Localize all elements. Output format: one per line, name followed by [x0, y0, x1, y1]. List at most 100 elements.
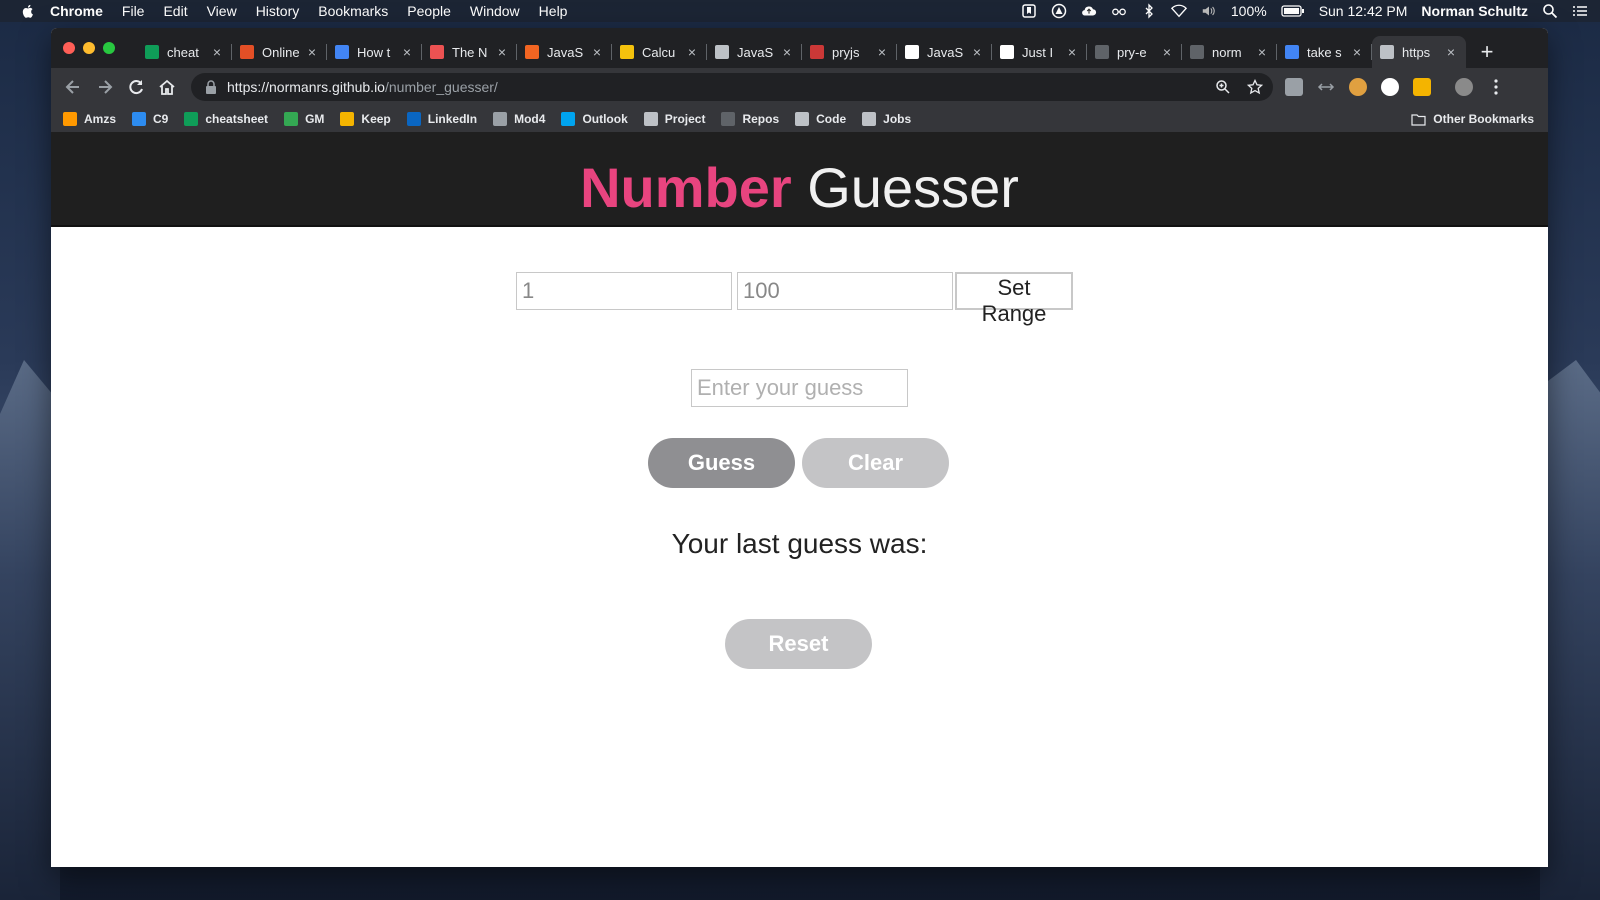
bookmark-item[interactable]: Repos — [721, 112, 779, 126]
tab-close-icon[interactable]: × — [1160, 44, 1174, 60]
menu-people[interactable]: People — [407, 3, 451, 19]
menu-help[interactable]: Help — [539, 3, 568, 19]
desktop-mountain-right — [1540, 360, 1600, 900]
clear-button[interactable]: Clear — [802, 438, 949, 488]
cloud-upload-icon[interactable] — [1081, 3, 1097, 19]
browser-tab[interactable]: JavaS × — [707, 36, 802, 68]
tab-close-icon[interactable]: × — [1065, 44, 1079, 60]
browser-tab[interactable]: How t × — [327, 36, 422, 68]
turing-icon — [493, 112, 508, 126]
browser-tab[interactable]: pryjs × — [802, 36, 897, 68]
bookmark-label: cheatsheet — [205, 112, 269, 126]
bookmark-item[interactable]: GM — [284, 112, 324, 126]
tab-close-icon[interactable]: × — [210, 44, 224, 60]
github-icon — [1190, 45, 1204, 59]
bookmark-item[interactable]: Code — [795, 112, 846, 126]
browser-tab[interactable]: pry-e × — [1087, 36, 1182, 68]
bluetooth-icon[interactable] — [1141, 3, 1157, 19]
menu-kebab-icon[interactable] — [1487, 78, 1505, 96]
bookmark-item[interactable]: LinkedIn — [406, 112, 477, 126]
volume-icon[interactable] — [1201, 3, 1217, 19]
reset-button[interactable]: Reset — [725, 619, 872, 669]
browser-tab[interactable]: The N × — [422, 36, 517, 68]
minimize-window-icon[interactable] — [83, 42, 95, 54]
tab-close-icon[interactable]: × — [780, 44, 794, 60]
extension-circle-icon[interactable] — [1381, 78, 1399, 96]
bookmark-item[interactable]: Outlook — [561, 112, 628, 126]
lock-icon[interactable] — [205, 80, 217, 94]
glasses-icon[interactable] — [1111, 3, 1127, 19]
other-bookmarks-label: Other Bookmarks — [1433, 112, 1534, 126]
bookmark-item[interactable]: Jobs — [862, 112, 911, 126]
browser-tab[interactable]: norm × — [1182, 36, 1277, 68]
browser-tab[interactable]: JavaS × — [517, 36, 612, 68]
tab-close-icon[interactable]: × — [1350, 44, 1364, 60]
reload-icon[interactable] — [126, 77, 146, 97]
home-icon[interactable] — [157, 77, 177, 97]
menu-app-name[interactable]: Chrome — [50, 3, 103, 19]
triangle-circle-icon[interactable] — [1051, 3, 1067, 19]
extension-arrows-icon[interactable] — [1317, 78, 1335, 96]
apple-icon[interactable] — [20, 3, 36, 19]
set-range-button[interactable]: Set Range — [955, 272, 1073, 326]
extension-k-icon[interactable] — [1285, 78, 1303, 96]
bookmark-item[interactable]: C9 — [132, 112, 168, 126]
other-bookmarks[interactable]: Other Bookmarks — [1411, 106, 1534, 132]
extension-lock-icon[interactable] — [1413, 78, 1431, 96]
zoom-icon[interactable] — [1215, 79, 1231, 95]
new-tab-button[interactable]: + — [1472, 36, 1502, 68]
tab-close-icon[interactable]: × — [685, 44, 699, 60]
tab-close-icon[interactable]: × — [590, 44, 604, 60]
spotlight-search-icon[interactable] — [1542, 3, 1558, 19]
menu-bookmarks[interactable]: Bookmarks — [318, 3, 388, 19]
star-bookmark-icon[interactable] — [1247, 79, 1263, 95]
extension-cookie-icon[interactable] — [1349, 78, 1367, 96]
tab-close-icon[interactable]: × — [495, 44, 509, 60]
guess-button[interactable]: Guess — [648, 438, 795, 488]
browser-tab[interactable]: Calcu × — [612, 36, 707, 68]
bookmark-item[interactable]: Keep — [340, 112, 391, 126]
guess-input[interactable] — [691, 369, 908, 407]
menu-file[interactable]: File — [122, 3, 145, 19]
tab-close-icon[interactable]: × — [400, 44, 414, 60]
battery-icon[interactable] — [1281, 3, 1305, 19]
browser-tab[interactable]: Just I × — [992, 36, 1087, 68]
tab-title: JavaS — [737, 44, 774, 60]
tab-close-icon[interactable]: × — [875, 44, 889, 60]
tab-close-icon[interactable]: × — [970, 44, 984, 60]
menu-view[interactable]: View — [207, 3, 237, 19]
maximize-window-icon[interactable] — [103, 42, 115, 54]
close-window-icon[interactable] — [63, 42, 75, 54]
bookmark-square-icon[interactable] — [1021, 3, 1037, 19]
menu-window[interactable]: Window — [470, 3, 520, 19]
bookmark-item[interactable]: Mod4 — [493, 112, 545, 126]
menubar-clock[interactable]: Sun 12:42 PM — [1319, 3, 1408, 19]
bookmark-item[interactable]: Amzs — [63, 112, 116, 126]
browser-tab[interactable]: Online × — [232, 36, 327, 68]
menubar-user[interactable]: Norman Schultz — [1421, 3, 1528, 19]
browser-tab[interactable]: JavaS × — [897, 36, 992, 68]
forward-arrow-icon[interactable] — [95, 77, 115, 97]
tab-close-icon[interactable]: × — [1444, 44, 1458, 60]
menu-edit[interactable]: Edit — [163, 3, 187, 19]
address-bar[interactable]: https://normanrs.github.io/number_guesse… — [191, 73, 1273, 101]
wifi-icon[interactable] — [1170, 3, 1187, 19]
page-icon — [643, 112, 658, 126]
notification-center-icon[interactable] — [1572, 3, 1588, 19]
bookmark-item[interactable]: cheatsheet — [184, 112, 268, 126]
tab-close-icon[interactable]: × — [1255, 44, 1269, 60]
range-max-input[interactable] — [737, 272, 953, 310]
tab-title: https — [1402, 44, 1431, 60]
menu-history[interactable]: History — [256, 3, 300, 19]
browser-tab[interactable]: take s × — [1277, 36, 1372, 68]
browser-tab[interactable]: cheat × — [137, 36, 232, 68]
bookmark-label: GM — [305, 112, 325, 126]
profile-avatar[interactable] — [1455, 78, 1473, 96]
browser-tab[interactable]: https × — [1372, 36, 1466, 68]
bookmark-item[interactable]: Project — [643, 112, 705, 126]
back-arrow-icon[interactable] — [63, 77, 83, 97]
range-min-input[interactable] — [516, 272, 732, 310]
medium-icon — [905, 45, 919, 59]
github-icon — [1095, 45, 1109, 59]
tab-close-icon[interactable]: × — [305, 44, 319, 60]
